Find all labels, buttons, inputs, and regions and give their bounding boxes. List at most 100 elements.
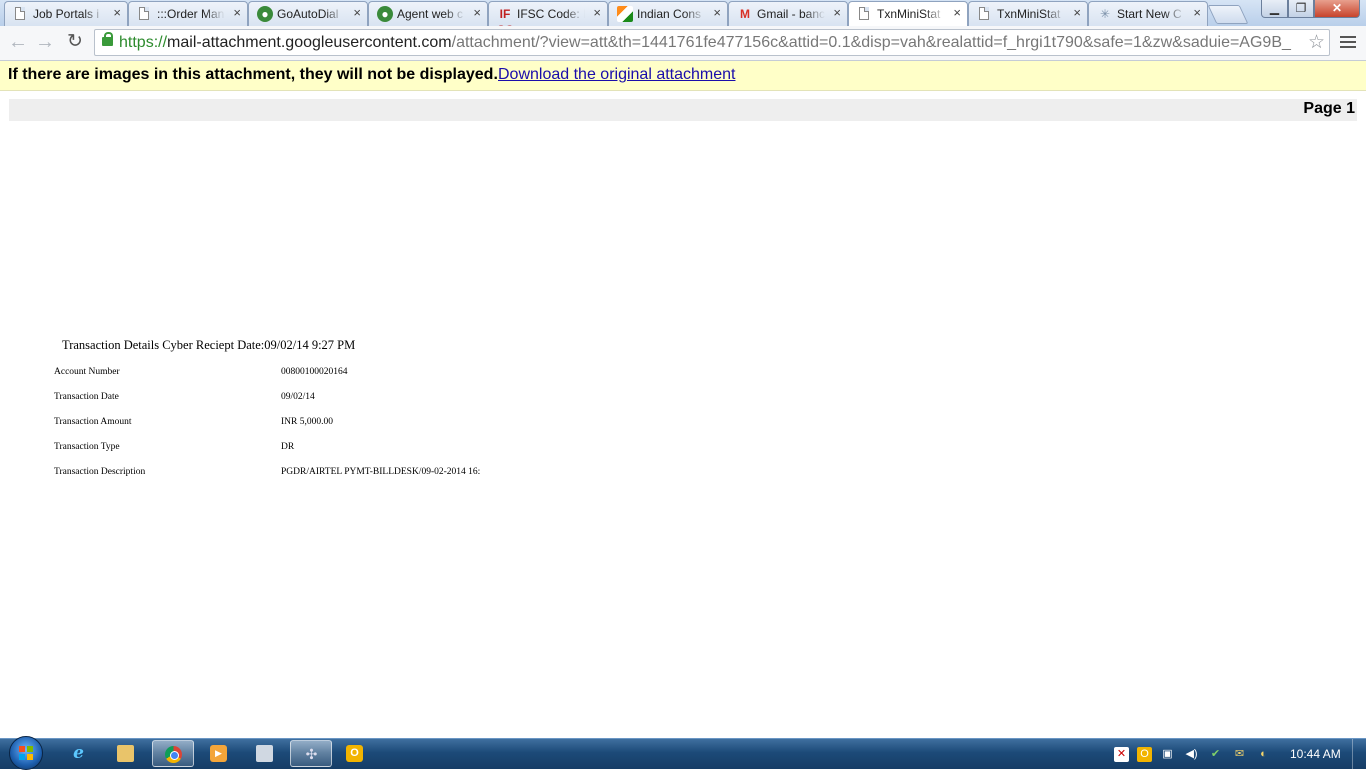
taskbar-item-chrome[interactable]	[152, 740, 194, 767]
calculator-icon	[256, 745, 273, 762]
close-window-button[interactable]: ✕	[1314, 0, 1360, 18]
download-original-link[interactable]: Download the original attachment	[498, 61, 735, 89]
detail-label: Transaction Amount	[54, 417, 132, 427]
detail-value: 00800100020164	[281, 367, 348, 377]
close-tab-icon[interactable]: ×	[473, 5, 481, 20]
tab-indian-consumer[interactable]: Indian Cons ×	[608, 1, 728, 26]
lock-icon	[102, 32, 113, 46]
tray-network-icon[interactable]: ▣	[1160, 747, 1175, 762]
taskbar-item-network[interactable]: ✣	[290, 740, 332, 767]
windows-logo-icon	[19, 746, 33, 760]
media-player-icon: ▶	[210, 745, 227, 762]
tray-alert-icon[interactable]: ✕	[1114, 747, 1129, 762]
detail-label: Account Number	[54, 367, 120, 377]
taskbar-item-outlook[interactable]: O	[334, 740, 376, 767]
tab-label: :::Order Man	[157, 7, 225, 21]
clock[interactable]: 10:44 AM	[1290, 747, 1341, 761]
tray-volume-icon[interactable]: ◀)	[1184, 747, 1199, 762]
tab-start-new[interactable]: ✳ Start New C ×	[1088, 1, 1208, 26]
tab-gmail[interactable]: M Gmail - banc ×	[728, 1, 848, 26]
detail-label: Transaction Date	[54, 392, 119, 402]
maximize-button[interactable]: ❐	[1288, 0, 1314, 18]
browser-toolbar: ← → ↻ https://mail-attachment.googleuser…	[0, 26, 1366, 61]
detail-label: Transaction Type	[54, 442, 120, 452]
close-tab-icon[interactable]: ×	[1193, 5, 1201, 20]
detail-row: Transaction Amount INR 5,000.00	[54, 417, 854, 431]
tab-label: Agent web c	[397, 7, 464, 21]
tab-goautodial[interactable]: ● GoAutoDial ×	[248, 1, 368, 26]
close-tab-icon[interactable]: ×	[593, 5, 601, 20]
chrome-icon	[165, 746, 182, 763]
show-desktop-button[interactable]	[1352, 739, 1366, 769]
close-tab-icon[interactable]: ×	[353, 5, 361, 20]
document-icon	[139, 7, 149, 20]
address-bar[interactable]: https://mail-attachment.googleuserconten…	[94, 29, 1330, 56]
url-text[interactable]: https://mail-attachment.googleuserconten…	[119, 34, 1301, 52]
taskbar-item-calculator[interactable]	[244, 740, 286, 767]
back-arrow-icon[interactable]: ←	[6, 30, 30, 54]
detail-value: 09/02/14	[281, 392, 315, 402]
close-tab-icon[interactable]: ×	[713, 5, 721, 20]
tab-label: Job Portals i	[33, 7, 100, 21]
taskbar: e ▶ ✣ O ✕ O ▣ ◀) ✔ ✉ ◐ 10:44 AM	[0, 736, 1366, 770]
document-icon	[859, 7, 869, 20]
gmail-icon: M	[740, 7, 750, 21]
detail-row: Transaction Description PGDR/AIRTEL PYMT…	[54, 467, 854, 481]
forward-arrow-icon[interactable]: →	[33, 30, 57, 54]
tab-label: TxnMiniStat	[877, 7, 941, 21]
tab-label: Gmail - banc	[757, 7, 825, 21]
close-tab-icon[interactable]: ×	[113, 5, 121, 20]
tab-txnministat[interactable]: TxnMiniStat ×	[968, 1, 1088, 26]
star-icon: ✳	[1099, 7, 1111, 21]
reload-icon[interactable]: ↻	[63, 30, 87, 54]
tab-order-management[interactable]: :::Order Man ×	[128, 1, 248, 26]
bookmark-star-icon[interactable]: ☆	[1308, 31, 1325, 54]
tab-agent-web[interactable]: ● Agent web c ×	[368, 1, 488, 26]
flag-icon	[617, 6, 633, 22]
taskbar-item-media[interactable]: ▶	[198, 740, 240, 767]
close-tab-icon[interactable]: ×	[953, 5, 961, 20]
tab-label: IFSC Code: I	[517, 7, 585, 21]
tray-app-icon[interactable]: O	[1137, 747, 1152, 762]
document-icon	[15, 7, 25, 20]
internet-explorer-icon: e	[73, 743, 84, 763]
menu-icon[interactable]	[1340, 34, 1356, 50]
tab-txnministat-active[interactable]: TxnMiniStat ×	[848, 1, 968, 26]
tray-update-icon[interactable]: ✔	[1208, 747, 1223, 762]
tray-power-icon[interactable]: ◐	[1256, 747, 1271, 762]
detail-value: INR 5,000.00	[281, 417, 333, 427]
tray-mail-icon[interactable]: ✉	[1232, 747, 1247, 762]
ifsc-icon: IFSC	[497, 7, 514, 26]
close-tab-icon[interactable]: ×	[1073, 5, 1081, 20]
tab-ifsc-code[interactable]: IFSC IFSC Code: I ×	[488, 1, 608, 26]
tab-job-portals[interactable]: Job Portals i ×	[4, 1, 128, 26]
close-tab-icon[interactable]: ×	[233, 5, 241, 20]
info-bar: If there are images in this attachment, …	[0, 61, 1366, 91]
page-header-bar: Page 1	[9, 99, 1357, 121]
page-number-label: Page 1	[1303, 100, 1355, 117]
windows-explorer-icon	[117, 745, 134, 762]
taskbar-item-ie[interactable]: e	[58, 740, 100, 767]
url-scheme: https://	[119, 34, 168, 51]
url-host: mail-attachment.googleusercontent.com	[167, 34, 452, 51]
detail-value: PGDR/AIRTEL PYMT-BILLDESK/09-02-2014 16:	[281, 467, 481, 477]
taskbar-item-explorer[interactable]	[105, 740, 147, 767]
start-button[interactable]	[9, 736, 43, 770]
tab-label: Indian Cons	[637, 7, 702, 21]
detail-value: DR	[281, 442, 295, 452]
detail-row: Transaction Date 09/02/14	[54, 392, 854, 406]
tab-label: Start New C	[1117, 7, 1182, 21]
network-icon: ✣	[305, 746, 318, 762]
minimize-button[interactable]: ▁	[1261, 0, 1288, 18]
close-tab-icon[interactable]: ×	[833, 5, 841, 20]
detail-label: Transaction Description	[54, 467, 146, 477]
tab-label: TxnMiniStat	[997, 7, 1061, 21]
document-title: Transaction Details Cyber Reciept Date:0…	[62, 338, 356, 352]
detail-row: Account Number 00800100020164	[54, 367, 854, 381]
tab-label: GoAutoDial	[277, 7, 339, 21]
new-tab-button[interactable]	[1207, 5, 1249, 24]
outlook-icon: O	[346, 745, 363, 762]
document-icon	[979, 7, 989, 20]
globe-icon: ●	[257, 6, 273, 22]
globe-icon: ●	[377, 6, 393, 22]
